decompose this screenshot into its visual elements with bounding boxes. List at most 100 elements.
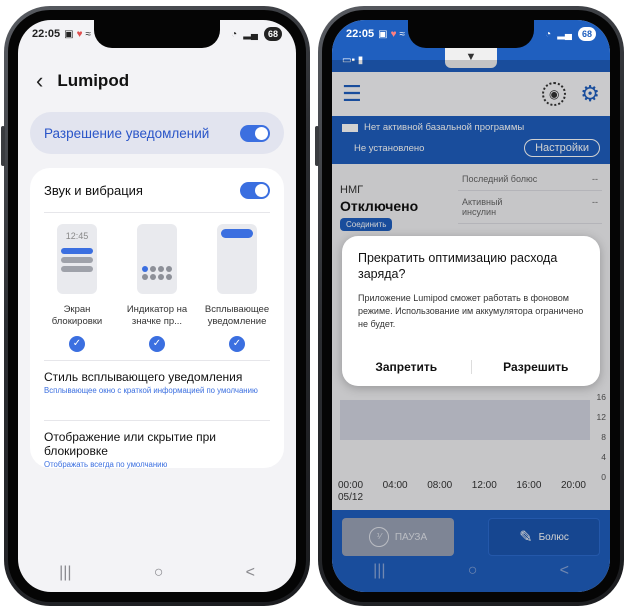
y-tick-12: 12: [596, 412, 606, 422]
divider: [44, 212, 270, 213]
glucose-chart-area: [340, 400, 590, 440]
badge-preview: [137, 224, 177, 294]
battery-icon: 68: [264, 27, 282, 41]
notification-icon: ≈: [85, 28, 92, 40]
divider: [44, 420, 270, 421]
x-tick: 00:00: [338, 480, 364, 491]
settings-button[interactable]: Настройки: [524, 139, 600, 157]
phone-settings: 22:05 ▣ ♥ ≈ ◔ ▂▄ 68 ‹ Lumipod Разрешение…: [1, 6, 310, 606]
sound-vibration-toggle[interactable]: [240, 182, 270, 199]
recents-icon[interactable]: |||: [59, 564, 71, 582]
style-lock-screen[interactable]: 12:45 Экран блокировки ✓: [38, 224, 116, 352]
cgm-panel: НМГ Отключено Соединить: [340, 172, 450, 232]
notification-icon: ≈: [399, 28, 406, 40]
phone-app: 22:05 ▣ ♥ ≈ ◔ ▂▄ 68 ▭▪ ▮ ▼ ☰ ◉ ⚙ Нет акт…: [315, 6, 624, 606]
screenshot-icon: ▣: [64, 28, 74, 40]
back-icon[interactable]: <: [246, 564, 255, 582]
active-insulin-value: --: [592, 197, 598, 207]
settings-screen: 22:05 ▣ ♥ ≈ ◔ ▂▄ 68 ‹ Lumipod Разрешение…: [18, 20, 296, 592]
dialog-title: Прекратить оптимизацию расхода заряда?: [358, 251, 558, 281]
popup-preview: [217, 224, 257, 294]
dialog-body: Приложение Lumipod сможет работать в фон…: [358, 293, 584, 329]
cgm-state: Отключено: [340, 198, 419, 214]
popup-style-option[interactable]: Стиль всплывающего уведомления Всплывающ…: [44, 370, 270, 396]
y-tick-4: 4: [601, 452, 606, 462]
y-tick-8: 8: [601, 432, 606, 442]
bolus-label: Болюс: [538, 531, 569, 543]
notification-permission-label: Разрешение уведомлений: [44, 125, 210, 141]
pull-down-handle[interactable]: ▼: [445, 48, 497, 68]
check-icon[interactable]: ✓: [229, 336, 245, 352]
lock-display-option[interactable]: Отображение или скрытие при блокировке О…: [44, 430, 270, 470]
y-tick-0: 0: [601, 472, 606, 482]
notch: [94, 20, 220, 48]
last-bolus-row: Последний болюс --: [458, 168, 602, 191]
x-axis: 00:00 04:00 08:00 12:00 16:00 20:00: [338, 480, 586, 491]
menu-icon[interactable]: ☰: [342, 81, 362, 107]
app-bar: ☰ ◉ ⚙: [332, 72, 610, 116]
notification-permission-toggle[interactable]: [240, 124, 270, 142]
back-icon[interactable]: <: [560, 562, 569, 580]
battery-icon: 68: [578, 27, 596, 41]
x-tick: 12:00: [471, 480, 497, 491]
screenshot-icon: ▣: [378, 28, 388, 40]
notification-styles: 12:45 Экран блокировки ✓ Индикатор на зн…: [38, 224, 276, 352]
last-bolus-label: Последний болюс: [462, 174, 538, 184]
app-header: ‹ Lumipod: [36, 70, 129, 92]
wifi-icon: ◔: [231, 28, 238, 40]
popup-style-title: Стиль всплывающего уведомления: [44, 370, 243, 384]
check-icon[interactable]: ✓: [69, 336, 85, 352]
home-icon[interactable]: ○: [154, 564, 164, 582]
wifi-icon: ◔: [545, 28, 552, 40]
page-title: Lumipod: [57, 71, 130, 90]
active-insulin-label: Активный инсулин: [462, 197, 503, 217]
x-tick: 04:00: [382, 480, 408, 491]
lock-display-subtitle: Отображать всегда по умолчанию: [44, 460, 168, 469]
lock-screen-preview: 12:45: [57, 224, 97, 294]
x-tick: 20:00: [560, 480, 586, 491]
heart-icon: ♥: [76, 28, 83, 40]
battery-optimization-dialog: Прекратить оптимизацию расхода заряда? П…: [342, 236, 600, 386]
style-app-icon-badge-label: Индикатор на значке пр...: [126, 304, 188, 327]
status-time: 22:05: [32, 28, 61, 40]
lock-display-title: Отображение или скрытие при блокировке: [44, 430, 217, 458]
pump-icon: ▭▪ ▮: [342, 54, 364, 66]
status-time: 22:05: [346, 28, 375, 40]
deny-button[interactable]: Запретить: [342, 360, 471, 374]
bolus-button[interactable]: ✎ Болюс: [488, 518, 600, 556]
notification-permission-row[interactable]: Разрешение уведомлений: [30, 112, 284, 154]
style-app-icon-badge[interactable]: Индикатор на значке пр... ✓: [118, 224, 196, 352]
notch: [408, 20, 534, 48]
connect-button[interactable]: Соединить: [340, 218, 393, 231]
allow-button[interactable]: Разрешить: [472, 360, 601, 374]
popup-style-subtitle: Всплывающее окно с краткой информацией п…: [44, 386, 258, 395]
sound-vibration-label: Звук и вибрация: [44, 183, 143, 198]
heart-icon: ♥: [390, 28, 397, 40]
recents-icon[interactable]: |||: [373, 562, 385, 580]
back-arrow-icon[interactable]: ‹: [36, 70, 43, 92]
nav-bar: ||| ○ <: [332, 562, 610, 580]
notification-settings-card: Звук и вибрация 12:45 Экран блокировки ✓: [30, 168, 284, 470]
basal-not-set-text: Не установлено: [354, 142, 425, 154]
active-insulin-row: Активный инсулин --: [458, 191, 602, 224]
pause-button[interactable]: ⅟ ПАУЗА: [342, 518, 454, 556]
home-icon[interactable]: ○: [468, 562, 478, 580]
gear-icon[interactable]: ⚙: [580, 81, 600, 107]
style-popup[interactable]: Всплывающее уведомление ✓: [198, 224, 276, 352]
x-axis-date: 05/12: [338, 492, 364, 503]
drop-icon[interactable]: ◉: [542, 82, 567, 106]
style-lock-screen-label: Экран блокировки: [51, 304, 103, 327]
sound-vibration-row[interactable]: Звук и вибрация: [44, 182, 270, 199]
cgm-label: НМГ: [340, 184, 364, 196]
preview-clock: 12:45: [65, 231, 89, 241]
insulin-info-panel: Последний болюс -- Активный инсулин --: [458, 168, 602, 224]
signal-icon: ▂▄: [557, 28, 572, 40]
pause-icon: ⅟: [368, 527, 389, 547]
check-icon[interactable]: ✓: [149, 336, 165, 352]
dialog-actions: Запретить Разрешить: [342, 360, 600, 374]
y-tick-16: 16: [596, 392, 606, 402]
pause-label: ПАУЗА: [394, 531, 428, 543]
x-tick: 08:00: [427, 480, 453, 491]
divider: [44, 360, 270, 361]
style-popup-label: Всплывающее уведомление: [204, 304, 270, 327]
